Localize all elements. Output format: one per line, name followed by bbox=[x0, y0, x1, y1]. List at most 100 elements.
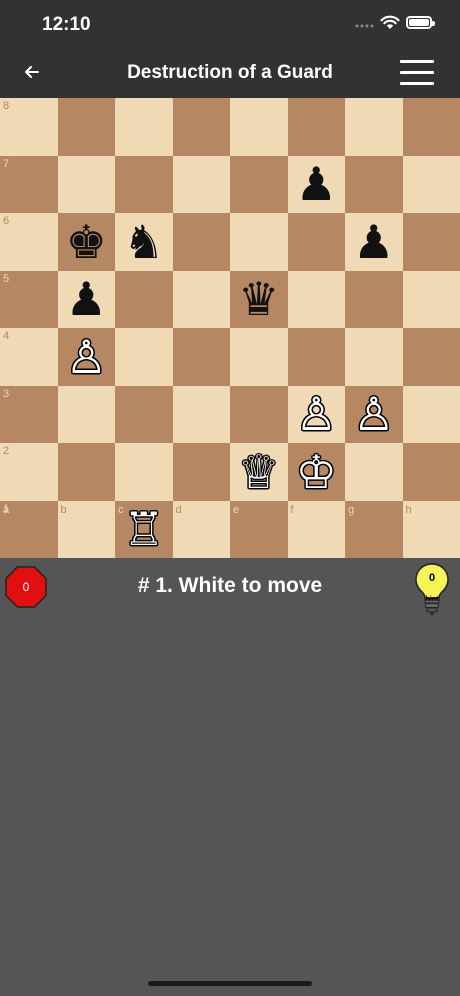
square-f1[interactable]: f bbox=[287, 500, 345, 558]
square-e2[interactable]: ♕ bbox=[230, 443, 288, 501]
rank-label: 6 bbox=[3, 215, 10, 227]
square-a8[interactable]: 8 bbox=[0, 98, 58, 156]
square-f6[interactable] bbox=[287, 213, 345, 271]
square-b7[interactable] bbox=[57, 155, 115, 213]
square-d5[interactable] bbox=[172, 270, 230, 328]
black-king-icon[interactable]: ♚ bbox=[58, 213, 116, 271]
square-e4[interactable] bbox=[230, 328, 288, 386]
square-e3[interactable] bbox=[230, 385, 288, 443]
square-d3[interactable] bbox=[172, 385, 230, 443]
square-e7[interactable] bbox=[230, 155, 288, 213]
hint-count: 0 bbox=[428, 572, 436, 584]
cellular-signal-icon bbox=[355, 24, 374, 28]
square-f7[interactable]: ♟ bbox=[287, 155, 346, 214]
square-a5[interactable]: 5 bbox=[0, 270, 58, 328]
square-b2[interactable] bbox=[57, 443, 115, 501]
square-a1[interactable]: 1a bbox=[0, 500, 58, 558]
file-label: b bbox=[60, 504, 67, 516]
square-g7[interactable] bbox=[345, 155, 403, 213]
square-g3[interactable]: ♙ bbox=[345, 385, 403, 444]
square-h7[interactable] bbox=[402, 155, 460, 213]
square-h6[interactable] bbox=[402, 213, 460, 271]
square-d2[interactable] bbox=[172, 443, 230, 501]
square-a2[interactable]: 2 bbox=[0, 443, 58, 501]
home-indicator[interactable] bbox=[148, 981, 312, 986]
file-label: d bbox=[175, 504, 182, 516]
square-a6[interactable]: 6 bbox=[0, 213, 58, 271]
square-d7[interactable] bbox=[172, 155, 230, 213]
white-queen-icon[interactable]: ♕ bbox=[230, 443, 288, 501]
file-label: a bbox=[3, 504, 10, 516]
square-b4[interactable]: ♙ bbox=[57, 328, 116, 386]
square-c5[interactable] bbox=[115, 270, 173, 328]
square-c1[interactable]: c ♖ bbox=[115, 500, 173, 559]
square-f2[interactable]: ♔ bbox=[287, 443, 346, 501]
square-g2[interactable] bbox=[345, 443, 403, 501]
square-c2[interactable] bbox=[115, 443, 173, 501]
square-e6[interactable] bbox=[230, 213, 288, 271]
file-label: h bbox=[405, 504, 412, 516]
black-pawn-icon[interactable]: ♟ bbox=[288, 156, 346, 214]
square-c7[interactable] bbox=[115, 155, 173, 213]
rank-label: 3 bbox=[3, 387, 10, 400]
square-f3[interactable]: ♙ bbox=[287, 385, 346, 444]
square-d1[interactable]: d bbox=[172, 500, 230, 558]
white-pawn-icon[interactable]: ♙ bbox=[345, 386, 403, 444]
white-pawn-icon[interactable]: ♙ bbox=[58, 328, 116, 386]
square-g4[interactable] bbox=[345, 328, 403, 386]
file-label: e bbox=[233, 504, 240, 516]
back-button[interactable] bbox=[18, 58, 46, 86]
black-pawn-icon[interactable]: ♟ bbox=[345, 213, 403, 271]
square-b6[interactable]: ♚ bbox=[57, 213, 116, 271]
file-label: g bbox=[348, 504, 355, 516]
status-time: 12:10 bbox=[42, 14, 91, 35]
black-knight-icon[interactable]: ♞ bbox=[115, 213, 173, 271]
square-f8[interactable] bbox=[287, 98, 345, 156]
chess-board[interactable]: 8 7 ♟ 6 ♚ ♞ ♟ 5 ♟ ♛ 4 ♙ 3 ♙ ♙ 2 ♕ ♔ 1 a b c ♖ d e f g h bbox=[0, 98, 460, 558]
square-a4[interactable]: 4 bbox=[0, 328, 58, 386]
hamburger-menu-icon bbox=[400, 60, 434, 63]
lightbulb-icon[interactable] bbox=[414, 562, 450, 616]
square-c4[interactable] bbox=[115, 328, 173, 386]
square-e5[interactable]: ♛ bbox=[230, 270, 288, 329]
white-pawn-icon[interactable]: ♙ bbox=[288, 386, 346, 444]
square-b3[interactable] bbox=[57, 385, 115, 443]
square-f5[interactable] bbox=[287, 270, 345, 328]
rank-label: 8 bbox=[3, 100, 10, 112]
square-a7[interactable]: 7 bbox=[0, 155, 58, 213]
black-pawn-icon[interactable]: ♟ bbox=[58, 271, 116, 329]
white-rook-icon[interactable]: ♖ bbox=[115, 501, 173, 559]
square-g1[interactable]: g bbox=[345, 500, 403, 558]
square-d6[interactable] bbox=[172, 213, 230, 271]
rank-label: 7 bbox=[3, 157, 10, 170]
square-c6[interactable]: ♞ bbox=[115, 213, 173, 271]
arrow-left-icon bbox=[25, 66, 39, 78]
square-b5[interactable]: ♟ bbox=[57, 270, 116, 329]
hint-label: hint bbox=[425, 596, 439, 603]
square-h8[interactable] bbox=[402, 98, 460, 156]
square-g8[interactable] bbox=[345, 98, 403, 156]
battery-icon bbox=[406, 16, 435, 29]
square-c3[interactable] bbox=[115, 385, 173, 443]
square-h2[interactable] bbox=[402, 443, 460, 501]
square-h5[interactable] bbox=[402, 270, 460, 328]
square-c8[interactable] bbox=[115, 98, 173, 156]
square-a3[interactable]: 3 bbox=[0, 385, 58, 443]
square-h3[interactable] bbox=[402, 385, 460, 443]
menu-button[interactable] bbox=[400, 60, 434, 86]
square-h4[interactable] bbox=[402, 328, 460, 386]
square-e1[interactable]: e bbox=[230, 500, 288, 558]
square-b1[interactable]: b bbox=[57, 500, 115, 558]
square-d8[interactable] bbox=[172, 98, 230, 156]
square-b8[interactable] bbox=[57, 98, 115, 156]
square-h1[interactable]: h bbox=[402, 500, 460, 558]
mistakes-count: 0 bbox=[22, 580, 30, 594]
square-g5[interactable] bbox=[345, 270, 403, 328]
square-g6[interactable]: ♟ bbox=[345, 213, 403, 271]
square-d4[interactable] bbox=[172, 328, 230, 386]
square-e8[interactable] bbox=[230, 98, 288, 156]
white-king-icon[interactable]: ♔ bbox=[288, 443, 346, 501]
square-f4[interactable] bbox=[287, 328, 345, 386]
black-queen-icon[interactable]: ♛ bbox=[230, 271, 288, 329]
rank-label: 2 bbox=[3, 445, 10, 457]
